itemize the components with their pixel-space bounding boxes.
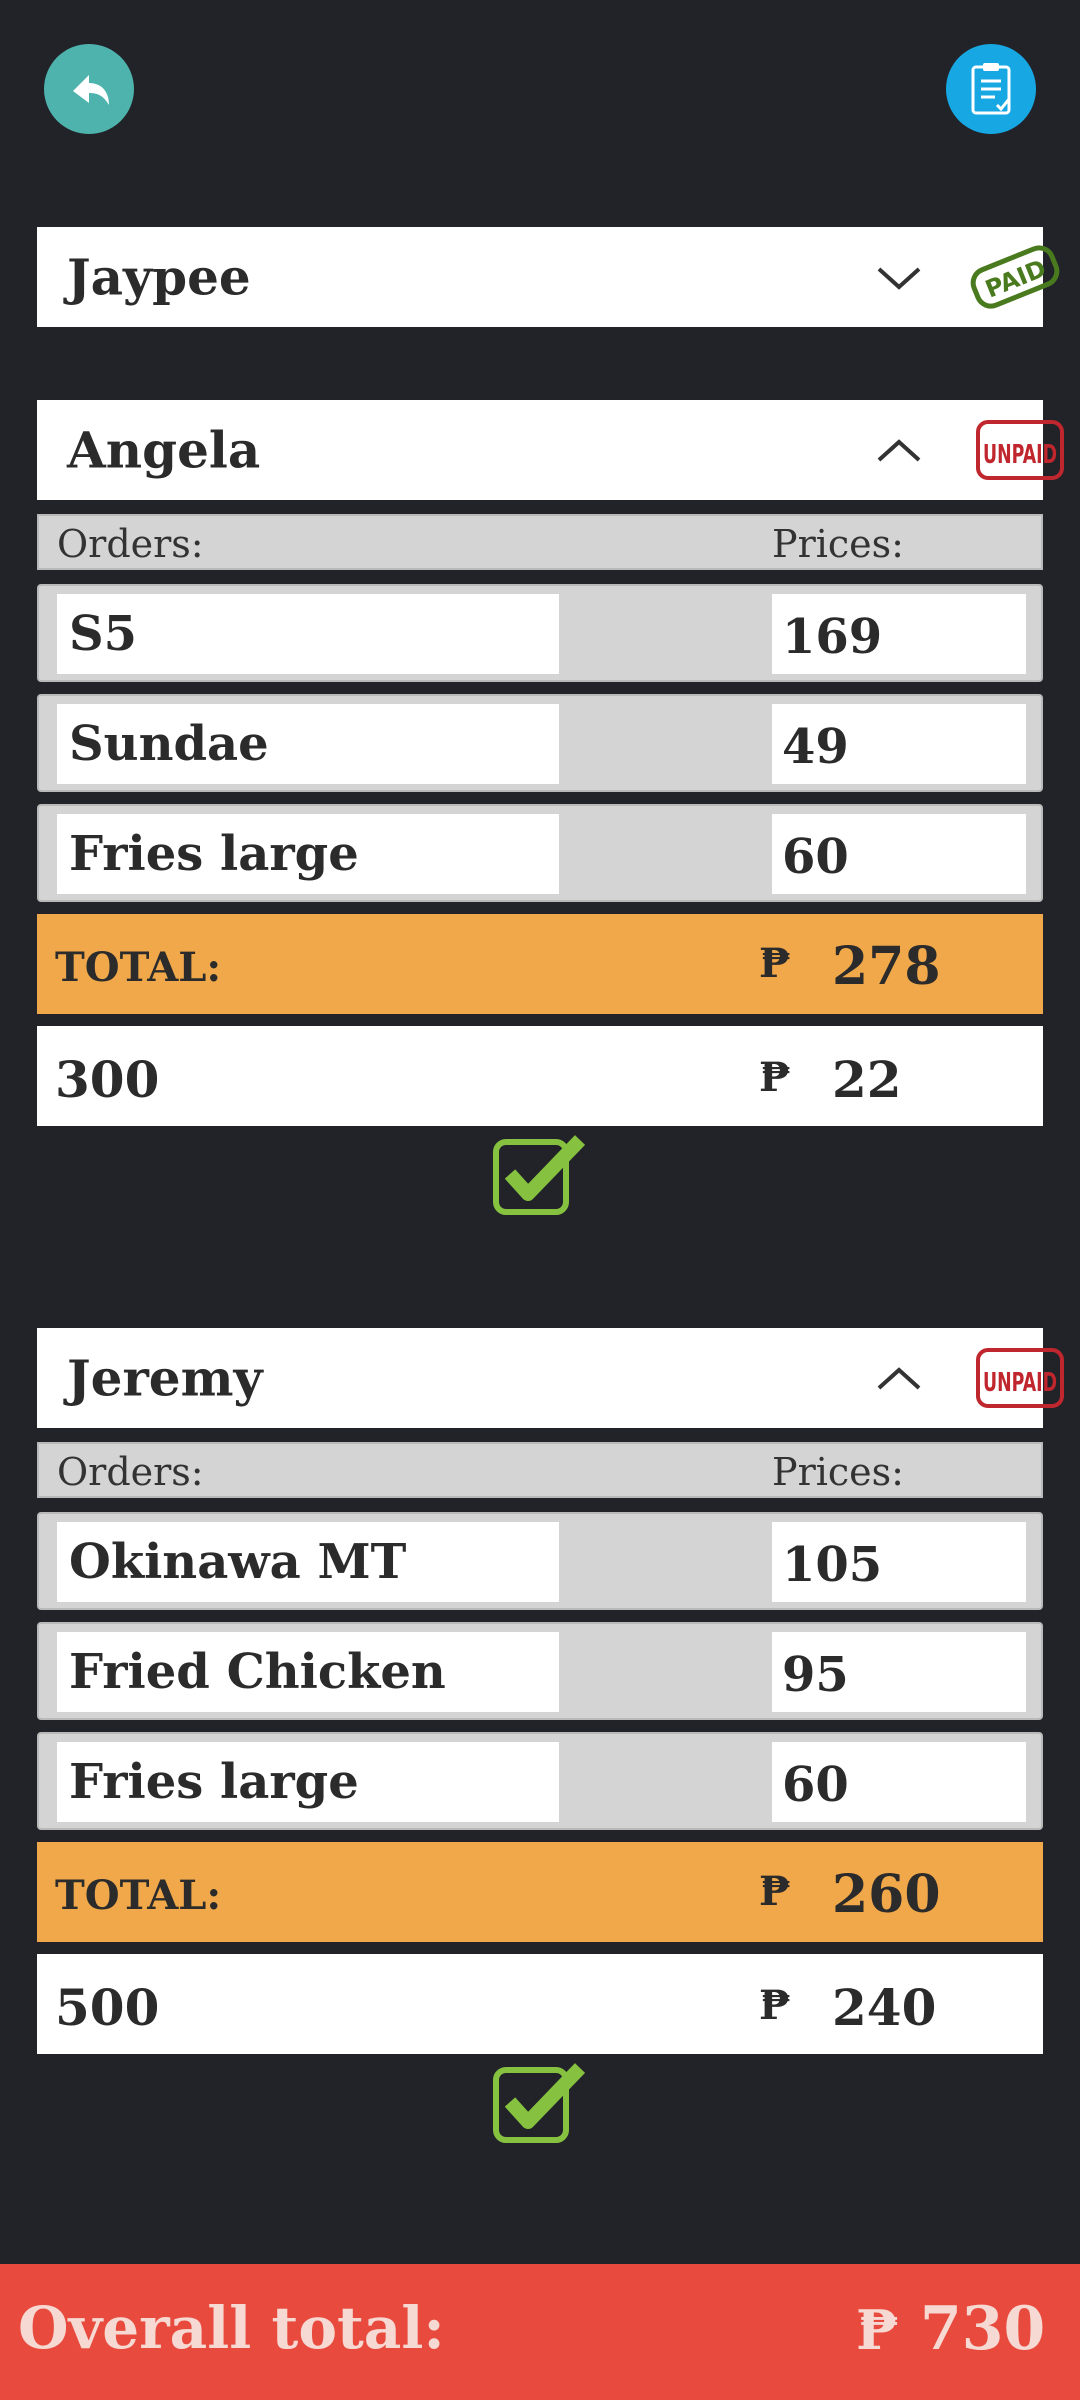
payment-row: 300 ₱ 22 [37, 1026, 1043, 1126]
paid-amount-input[interactable]: 500 [55, 1978, 159, 2037]
order-row: Fries large 60 [37, 804, 1043, 902]
person-header-jaypee[interactable]: Jaypee PAID [37, 227, 1060, 327]
change-value: 22 [832, 1050, 902, 1109]
unpaid-stamp: UNPAID [976, 420, 1064, 480]
change-value: 240 [832, 1978, 937, 2037]
paid-stamp: PAID [970, 245, 1060, 309]
order-row: Fried Chicken 95 [37, 1622, 1043, 1720]
peso-sign: ₱ [759, 940, 791, 987]
person-name: Angela [67, 420, 261, 480]
order-item-input[interactable]: Fries large [57, 1742, 559, 1822]
paid-amount-input[interactable]: 300 [55, 1050, 159, 1109]
person-header-angela[interactable]: Angela UNPAID [37, 400, 1064, 500]
chevron-down-icon[interactable] [869, 257, 929, 297]
order-price-input[interactable]: 105 [772, 1522, 1026, 1602]
back-arrow-icon [73, 75, 109, 105]
back-button[interactable] [44, 44, 134, 134]
prices-column-label: Prices: [772, 522, 904, 566]
order-row: Fries large 60 [37, 1732, 1043, 1830]
top-bar [0, 0, 1080, 180]
total-label: TOTAL: [55, 944, 222, 991]
order-item-input[interactable]: Okinawa MT [57, 1522, 559, 1602]
orders-column-label: Orders: [57, 522, 204, 566]
order-price-input[interactable]: 95 [772, 1632, 1026, 1712]
order-price-input[interactable]: 60 [772, 814, 1026, 894]
peso-sign: ₱ [759, 1982, 791, 2029]
orders-header-row: Orders: Prices: [37, 1442, 1043, 1498]
total-value: 278 [832, 936, 941, 997]
total-row: TOTAL: ₱ 278 [37, 914, 1043, 1014]
overall-total-bar: Overall total: ₱ 730 [0, 2264, 1080, 2400]
order-price-input[interactable]: 60 [772, 1742, 1026, 1822]
prices-column-label: Prices: [772, 1450, 904, 1494]
total-value: 260 [832, 1864, 941, 1925]
order-item-input[interactable]: S5 [57, 594, 559, 674]
orders-column-label: Orders: [57, 1450, 204, 1494]
person-header-jeremy[interactable]: Jeremy UNPAID [37, 1328, 1064, 1428]
overall-total-value: 730 [920, 2294, 1046, 2364]
person-name: Jeremy [67, 1348, 263, 1408]
peso-sign: ₱ [856, 2298, 899, 2362]
unpaid-stamp: UNPAID [976, 1348, 1064, 1408]
checkbox-checked-icon[interactable] [490, 2062, 590, 2148]
order-item-input[interactable]: Fried Chicken [57, 1632, 559, 1712]
order-item-input[interactable]: Fries large [57, 814, 559, 894]
overall-total-label: Overall total: [18, 2294, 445, 2362]
peso-sign: ₱ [759, 1868, 791, 1915]
orders-header-row: Orders: Prices: [37, 514, 1043, 570]
clipboard-check-icon [971, 63, 1011, 115]
order-item-input[interactable]: Sundae [57, 704, 559, 784]
chevron-up-icon[interactable] [869, 430, 929, 470]
peso-sign: ₱ [759, 1054, 791, 1101]
order-row: Sundae 49 [37, 694, 1043, 792]
svg-text:UNPAID: UNPAID [983, 1368, 1057, 1398]
chevron-up-icon[interactable] [869, 1358, 929, 1398]
total-row: TOTAL: ₱ 260 [37, 1842, 1043, 1942]
payment-row: 500 ₱ 240 [37, 1954, 1043, 2054]
order-price-input[interactable]: 49 [772, 704, 1026, 784]
clipboard-button[interactable] [946, 44, 1036, 134]
order-row: S5 169 [37, 584, 1043, 682]
order-price-input[interactable]: 169 [772, 594, 1026, 674]
total-label: TOTAL: [55, 1872, 222, 1919]
svg-text:UNPAID: UNPAID [983, 440, 1057, 470]
order-row: Okinawa MT 105 [37, 1512, 1043, 1610]
person-name: Jaypee [67, 247, 251, 307]
checkbox-checked-icon[interactable] [490, 1134, 590, 1220]
